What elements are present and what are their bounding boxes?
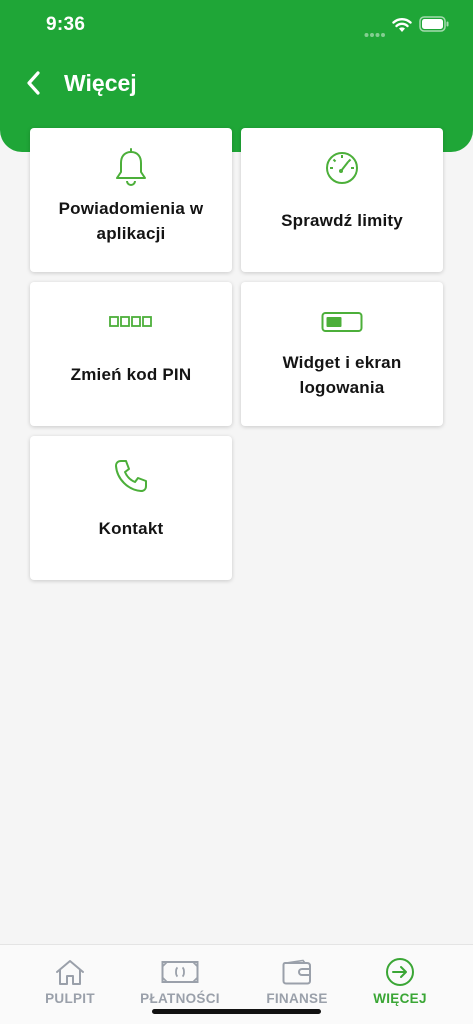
nav-item-pulpit[interactable]: PULPIT bbox=[34, 945, 106, 1015]
battery-icon bbox=[419, 16, 449, 37]
home-icon bbox=[54, 957, 86, 987]
navigation-bar: Więcej bbox=[0, 58, 473, 108]
widget-icon bbox=[241, 302, 443, 342]
bell-icon bbox=[30, 148, 232, 188]
speedometer-icon bbox=[241, 148, 443, 188]
tile-notifications-label: Powiadomienia w aplikacji bbox=[58, 199, 204, 243]
tile-change-pin-label: Zmień kod PIN bbox=[70, 365, 192, 384]
nav-label-wiecej: WIĘCEJ bbox=[373, 991, 427, 1006]
nav-item-platnosci[interactable]: PŁATNOŚCI bbox=[130, 945, 230, 1015]
back-button[interactable] bbox=[18, 68, 48, 98]
tile-change-pin[interactable]: Zmień kod PIN bbox=[30, 282, 232, 426]
tile-check-limits-label: Sprawdź limity bbox=[281, 211, 403, 230]
nav-label-finanse: FINANSE bbox=[266, 991, 328, 1006]
wifi-icon bbox=[392, 17, 412, 38]
phone-icon bbox=[30, 456, 232, 496]
nav-item-finanse[interactable]: FINANSE bbox=[258, 945, 336, 1015]
payments-icon bbox=[161, 957, 199, 987]
page-title: Więcej bbox=[64, 70, 137, 96]
cellular-signal-icon bbox=[364, 25, 386, 43]
tile-contact[interactable]: Kontakt bbox=[30, 436, 232, 580]
tile-contact-label: Kontakt bbox=[98, 519, 164, 538]
status-bar: 9:36 bbox=[0, 0, 473, 50]
home-indicator bbox=[152, 1009, 321, 1014]
pin-code-icon bbox=[30, 302, 232, 342]
tile-widget-login-screen-label: Widget i ekran logowania bbox=[282, 353, 402, 397]
tile-notifications[interactable]: Powiadomienia w aplikacji bbox=[30, 128, 232, 272]
arrow-circle-icon bbox=[385, 957, 415, 987]
tile-check-limits[interactable]: Sprawdź limity bbox=[241, 128, 443, 272]
nav-label-pulpit: PULPIT bbox=[45, 991, 95, 1006]
nav-item-wiecej[interactable]: WIĘCEJ bbox=[364, 945, 436, 1015]
status-time: 9:36 bbox=[46, 14, 86, 35]
tile-widget-login-screen[interactable]: Widget i ekran logowania bbox=[241, 282, 443, 426]
nav-label-platnosci: PŁATNOŚCI bbox=[140, 991, 220, 1006]
wallet-icon bbox=[281, 957, 313, 987]
chevron-left-icon bbox=[27, 71, 40, 95]
